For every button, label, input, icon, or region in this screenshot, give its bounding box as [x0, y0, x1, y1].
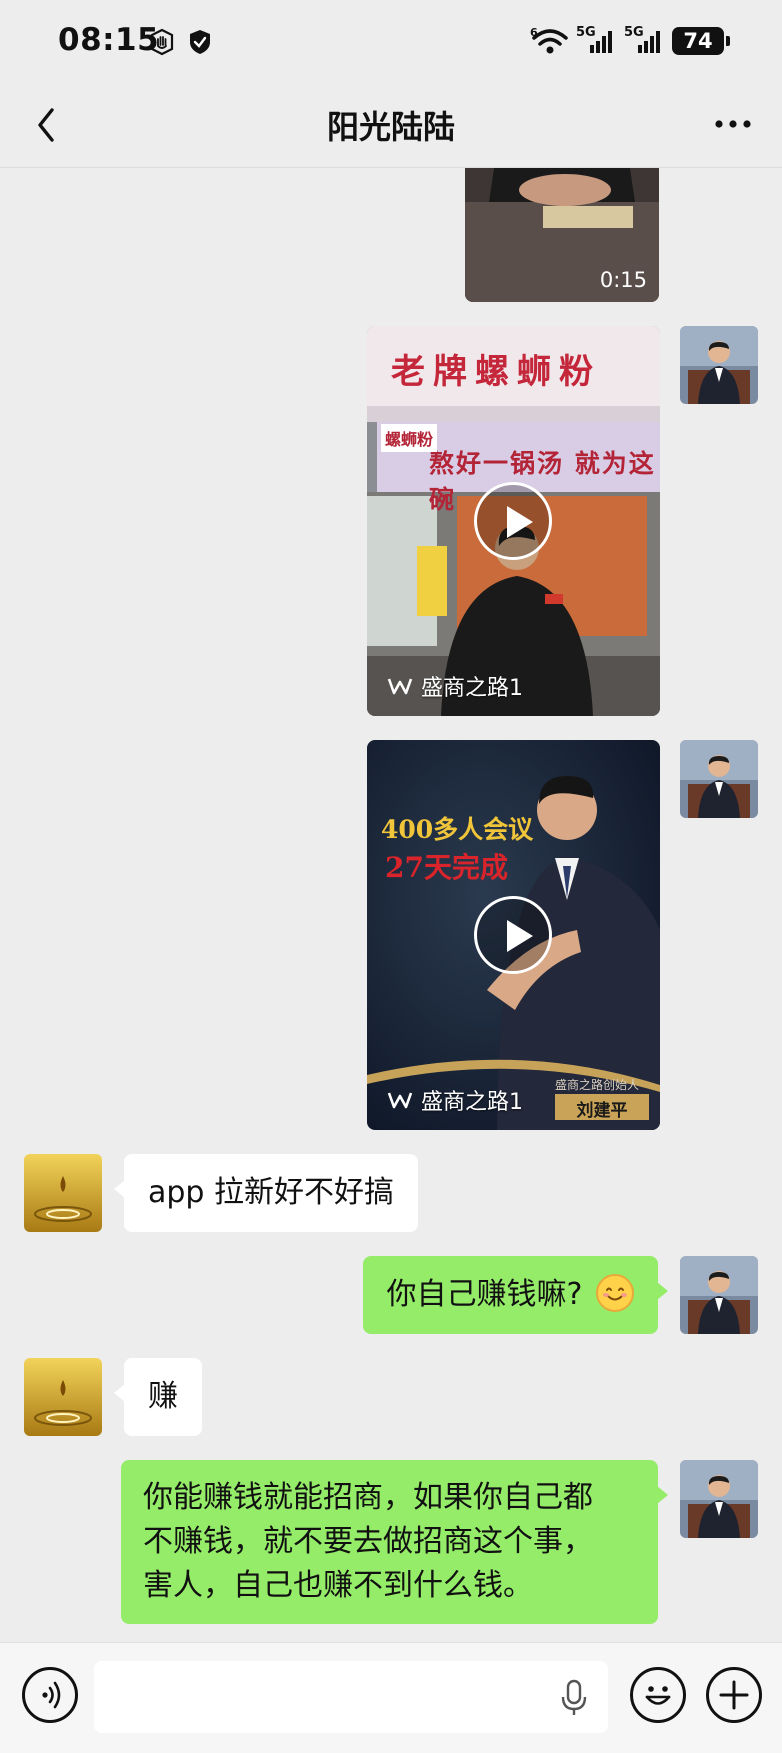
- battery-icon: 74: [672, 27, 730, 55]
- message-list[interactable]: 0:15 老牌螺蛳粉 熬好一锅汤 就为这碗 螺蛳粉 盛商之路1 400多人会议 …: [0, 168, 782, 1642]
- signal-icon: 5G: [576, 25, 618, 55]
- microphone-icon[interactable]: [558, 1679, 590, 1717]
- video-duration: 0:15: [599, 268, 647, 292]
- poster-line-2: 27天完成: [385, 851, 508, 884]
- message-bubble-incoming[interactable]: app 拉新好不好搞: [113, 1154, 419, 1232]
- shield-icon: [190, 30, 210, 54]
- channels-icon: [387, 1092, 413, 1109]
- poster-name-tag: 刘建平: [576, 1101, 628, 1121]
- sign-text-3: 螺蛳粉: [381, 424, 438, 452]
- status-indicators: 6 5G 5G 74: [530, 25, 730, 56]
- message-bubble-outgoing[interactable]: 你能赚钱就能招商，如果你自己都 不赚钱，就不要去做招商这个事， 害人，自己也赚不…: [121, 1460, 668, 1624]
- avatar[interactable]: [680, 740, 758, 818]
- chat-title: 阳光陆陆: [326, 108, 455, 146]
- contact-avatar[interactable]: [24, 1358, 102, 1436]
- message-line: 不赚钱，就不要去做招商这个事，: [143, 1524, 593, 1559]
- avatar[interactable]: [680, 326, 758, 404]
- chat-header: 阳光陆陆: [0, 84, 782, 168]
- more-icon[interactable]: [710, 104, 756, 144]
- video-message[interactable]: 0:15: [465, 168, 659, 302]
- message-line: 害人，自己也赚不到什么钱。: [143, 1568, 533, 1603]
- emoji-icon[interactable]: [630, 1667, 686, 1723]
- signal-icon-2: 5G: [624, 25, 666, 55]
- message-bubble-outgoing[interactable]: 你自己赚钱嘛?: [362, 1256, 669, 1334]
- poster-caption: 盛商之路创始人: [555, 1078, 640, 1092]
- channel-video-message[interactable]: 400多人会议 27天完成 盛商之路创始人 刘建平 盛商之路1: [367, 740, 660, 1130]
- status-time: 08:15: [58, 22, 160, 58]
- wifi-icon: 6: [530, 26, 568, 54]
- channel-video-message[interactable]: 老牌螺蛳粉 熬好一锅汤 就为这碗 螺蛳粉 盛商之路1: [367, 326, 660, 716]
- message-line: 你能赚钱就能招商，如果你自己都: [143, 1480, 593, 1515]
- channel-name: 盛商之路1: [421, 676, 523, 701]
- play-icon[interactable]: [474, 896, 552, 974]
- smile-emoji: [596, 1274, 634, 1312]
- voice-icon[interactable]: [22, 1667, 78, 1723]
- message-text: app 拉新好不好搞: [148, 1175, 395, 1210]
- channel-label: 盛商之路1: [387, 1084, 523, 1116]
- message-bubble-incoming[interactable]: 赚: [114, 1358, 202, 1436]
- poster-line-1: 400多人会议: [381, 815, 534, 844]
- hand-icon: [150, 28, 174, 56]
- message-input[interactable]: [94, 1661, 608, 1733]
- channels-icon: [387, 678, 413, 695]
- message-text: 你自己赚钱嘛?: [386, 1277, 583, 1312]
- status-bar: 08:15 6 5G 5G 74: [0, 0, 782, 84]
- avatar[interactable]: [680, 1460, 758, 1538]
- channel-name: 盛商之路1: [421, 1090, 523, 1115]
- sign-text-1: 老牌螺蛳粉: [391, 352, 601, 392]
- input-bar: [0, 1642, 782, 1753]
- message-text: 赚: [148, 1379, 178, 1414]
- channel-label: 盛商之路1: [387, 670, 523, 702]
- play-icon[interactable]: [474, 482, 552, 560]
- avatar[interactable]: [680, 1256, 758, 1334]
- contact-avatar[interactable]: [24, 1154, 102, 1232]
- plus-icon[interactable]: [706, 1667, 762, 1723]
- wifi-label: 6: [530, 26, 538, 39]
